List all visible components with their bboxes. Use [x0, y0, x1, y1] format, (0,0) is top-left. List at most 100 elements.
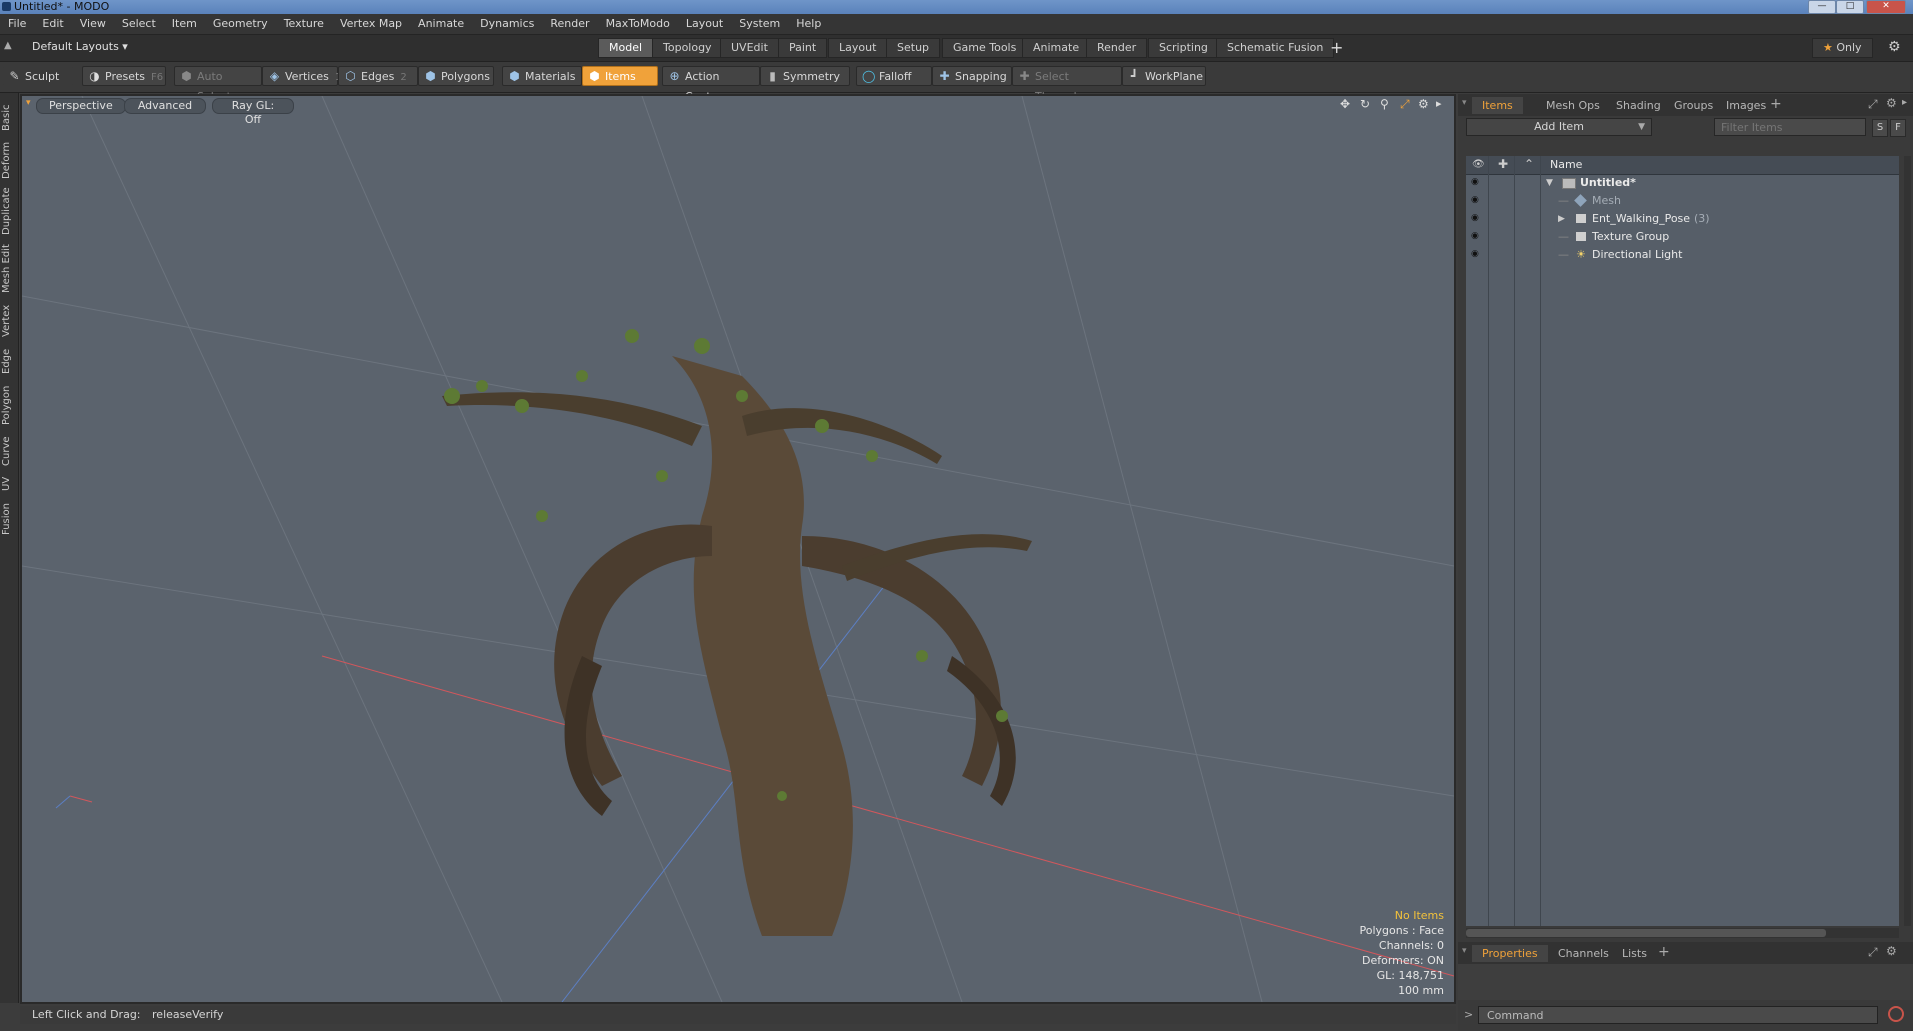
tab-shading[interactable]: Shading — [1606, 97, 1671, 114]
snapping-button[interactable]: ✚ Snapping — [932, 66, 1012, 86]
list-item[interactable]: ◉ ▶ Ent_Walking_Pose (3) — [1466, 210, 1899, 228]
advanced-button[interactable]: Advanced — [124, 98, 206, 114]
vtab-fusion[interactable]: Fusion — [1, 499, 17, 539]
layout-selector[interactable]: Default Layouts ▾ — [32, 40, 128, 53]
eye-icon[interactable]: ◉ — [1471, 214, 1481, 223]
tab-schematic-fusion[interactable]: Schematic Fusion — [1216, 38, 1335, 58]
list-item[interactable]: ◉ ▼ Untitled* — [1466, 174, 1899, 192]
tab-setup[interactable]: Setup — [886, 38, 941, 58]
vtab-duplicate[interactable]: Duplicate — [1, 185, 17, 237]
list-item[interactable]: ◉ — Mesh — [1466, 192, 1899, 210]
menu-file[interactable]: File — [0, 14, 34, 34]
falloff-button[interactable]: ◯ Falloff — [856, 66, 932, 86]
vertices-button[interactable]: ◈Vertices1 — [262, 66, 341, 86]
menu-maxtomodo[interactable]: MaxToModo — [598, 14, 678, 34]
tab-game-tools[interactable]: Game Tools — [942, 38, 1028, 58]
menu-animate[interactable]: Animate — [410, 14, 472, 34]
add-item-dropdown[interactable]: Add Item ▼ — [1466, 118, 1652, 136]
menu-help[interactable]: Help — [788, 14, 829, 34]
command-input[interactable]: Command — [1478, 1006, 1878, 1024]
expand-arrow-icon[interactable]: ▼ — [1546, 174, 1553, 192]
vertical-scrollbar[interactable] — [1904, 156, 1911, 926]
properties-expand-icon[interactable]: ⤢ — [1868, 945, 1878, 960]
collapse-toolbar-icon[interactable]: ▲ — [4, 40, 12, 51]
close-button[interactable]: ✕ — [1866, 0, 1906, 14]
panel-expand-icon[interactable]: ⤢ — [1868, 97, 1878, 112]
viewport-menu-icon[interactable]: ▾ — [26, 98, 31, 108]
eye-icon[interactable]: ◉ — [1471, 250, 1481, 259]
viewport-settings-icon[interactable]: ⚙ — [1418, 97, 1429, 111]
tab-layout[interactable]: Layout — [828, 38, 888, 58]
panel-gear-icon[interactable]: ⚙ — [1886, 96, 1897, 110]
list-item[interactable]: ◉ — Texture Group — [1466, 228, 1899, 246]
vtab-mesh-edit[interactable]: Mesh Edit — [1, 241, 17, 297]
menu-layout[interactable]: Layout — [678, 14, 731, 34]
menu-system[interactable]: System — [731, 14, 788, 34]
tab-scripting[interactable]: Scripting — [1148, 38, 1219, 58]
items-button[interactable]: ⬢ Items — [582, 66, 658, 86]
tab-paint[interactable]: Paint — [778, 38, 828, 58]
polygons-button[interactable]: ⬢ Polygons — [418, 66, 494, 86]
action-center-button[interactable]: ⊕Action Center — [662, 66, 760, 103]
tab-mesh-ops[interactable]: Mesh Ops — [1536, 97, 1610, 114]
tab-model[interactable]: Model — [598, 38, 654, 58]
menu-select[interactable]: Select — [114, 14, 164, 34]
panel-arrow-icon[interactable]: ▸ — [1902, 97, 1907, 108]
eye-icon[interactable]: ◉ — [1471, 178, 1481, 187]
minimize-button[interactable]: — — [1808, 0, 1836, 14]
tab-render[interactable]: Render — [1086, 38, 1148, 58]
vtab-edge[interactable]: Edge — [1, 345, 17, 377]
add-properties-tab-icon[interactable]: + — [1658, 944, 1670, 960]
only-toggle[interactable]: ★ Only — [1812, 38, 1873, 58]
panel-menu-icon[interactable]: ▾ — [1462, 98, 1467, 108]
filter-items-input[interactable] — [1714, 118, 1866, 136]
auto-select-button[interactable]: ⬢Auto Select — [174, 66, 262, 103]
menu-edit[interactable]: Edit — [34, 14, 71, 34]
gear-icon[interactable]: ⚙ — [1888, 39, 1901, 55]
menu-view[interactable]: View — [72, 14, 114, 34]
rotate-icon[interactable]: ↻ — [1360, 97, 1370, 111]
menu-geometry[interactable]: Geometry — [205, 14, 276, 34]
properties-menu-icon[interactable]: ▾ — [1462, 946, 1467, 956]
raygl-button[interactable]: Ray GL: Off — [212, 98, 294, 126]
vtab-vertex[interactable]: Vertex — [1, 301, 17, 341]
expand-arrow-icon[interactable]: ▶ — [1558, 210, 1565, 228]
list-item[interactable]: ◉ — ☀ Directional Light — [1466, 246, 1899, 264]
edges-button[interactable]: ⬡ Edges 2 — [338, 66, 418, 86]
sculpt-button[interactable]: ✎ Sculpt — [2, 66, 74, 86]
3d-viewport[interactable]: ▾ Perspective Advanced Ray GL: Off ✥ ↻ ⚲… — [20, 94, 1456, 1004]
tab-lists[interactable]: Lists — [1612, 945, 1657, 962]
properties-gear-icon[interactable]: ⚙ — [1886, 944, 1897, 958]
scrollbar-thumb[interactable] — [1466, 929, 1826, 937]
menu-render[interactable]: Render — [542, 14, 597, 34]
eye-icon[interactable]: ◉ — [1471, 232, 1481, 241]
add-panel-tab-icon[interactable]: + — [1770, 96, 1782, 112]
tab-uvedit[interactable]: UVEdit — [720, 38, 779, 58]
maximize-button[interactable]: □ — [1836, 0, 1864, 14]
name-column-header[interactable]: Name — [1550, 158, 1582, 171]
tab-properties[interactable]: Properties — [1472, 945, 1548, 962]
tab-channels[interactable]: Channels — [1548, 945, 1619, 962]
eye-icon[interactable]: ◉ — [1471, 196, 1481, 205]
pan-icon[interactable]: ✥ — [1340, 97, 1350, 111]
zoom-icon[interactable]: ⚲ — [1380, 97, 1389, 111]
filter-f-button[interactable]: F — [1890, 119, 1906, 137]
symmetry-button[interactable]: ▮ Symmetry — [760, 66, 850, 86]
tab-topology[interactable]: Topology — [652, 38, 723, 58]
menu-dynamics[interactable]: Dynamics — [472, 14, 542, 34]
menu-item[interactable]: Item — [164, 14, 205, 34]
tab-groups[interactable]: Groups — [1664, 97, 1723, 114]
menu-vertex-map[interactable]: Vertex Map — [332, 14, 410, 34]
presets-button[interactable]: ◑ Presets F6 — [82, 66, 166, 86]
tab-items[interactable]: Items — [1472, 97, 1523, 114]
workplane-button[interactable]: ┛ WorkPlane — [1122, 66, 1206, 86]
vtab-uv[interactable]: UV — [1, 473, 17, 495]
vtab-basic[interactable]: Basic — [1, 101, 17, 135]
vtab-curve[interactable]: Curve — [1, 433, 17, 469]
tab-images[interactable]: Images — [1716, 97, 1776, 114]
horizontal-scrollbar[interactable] — [1466, 928, 1899, 938]
menu-texture[interactable]: Texture — [276, 14, 332, 34]
add-layout-tab-icon[interactable]: + — [1330, 38, 1343, 57]
filter-s-button[interactable]: S — [1872, 119, 1888, 137]
record-icon[interactable] — [1888, 1006, 1904, 1022]
